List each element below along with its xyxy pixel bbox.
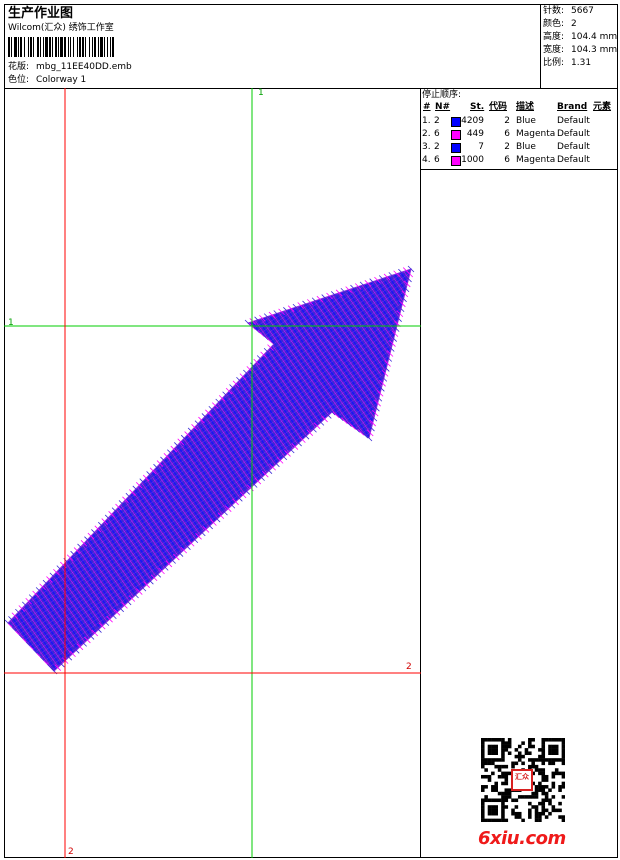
design-filename: mbg_11EE40DD.emb: [36, 62, 132, 72]
col-header-stitches: St.: [470, 102, 485, 112]
row-stitches: 4209: [461, 116, 484, 126]
row-needle: 6: [434, 155, 440, 165]
barcode: [8, 37, 114, 57]
page-title: 生产作业图: [8, 6, 74, 21]
company-name: Wilcom(汇众) 绣饰工作室: [8, 23, 114, 33]
watermark-logo: 6xiu.com: [478, 828, 566, 849]
col-header-description: 描述: [516, 102, 535, 112]
col-header-needle: N#: [435, 102, 451, 112]
colorway-label: 色位:: [8, 75, 30, 85]
row-code: 6: [504, 129, 510, 139]
row-code: 6: [504, 155, 510, 165]
col-header-code: 代码: [489, 102, 508, 112]
stat-label: 针数:: [543, 6, 565, 16]
arrow-embroidery: [4, 265, 415, 675]
row-index: 1.: [422, 116, 431, 126]
row-description: Magenta: [516, 155, 556, 165]
stat-label: 比例:: [543, 58, 565, 68]
row-needle: 6: [434, 129, 440, 139]
guide-label-red-right: 2: [406, 662, 412, 672]
stat-value: 104.3 mm: [571, 45, 618, 55]
row-description: Magenta: [516, 129, 556, 139]
col-header-element: 元素: [593, 102, 612, 112]
stat-label: 颜色:: [543, 19, 565, 29]
row-brand: Default: [557, 142, 590, 152]
stat-label: 宽度:: [543, 45, 565, 55]
stop-sequence-title: 停止顺序:: [422, 90, 462, 100]
stat-value: 104.4 mm: [571, 32, 618, 42]
stat-value: 5667: [571, 6, 594, 16]
row-brand: Default: [557, 155, 590, 165]
row-index: 4.: [422, 155, 431, 165]
arrow-shape-overlay: [8, 269, 411, 671]
colorway-value: Colorway 1: [36, 75, 87, 85]
row-index: 3.: [422, 142, 431, 152]
stat-value: 2: [571, 19, 577, 29]
row-stitches: 449: [466, 129, 484, 139]
row-code: 2: [504, 116, 510, 126]
row-brand: Default: [557, 129, 590, 139]
design-label: 花版:: [8, 62, 30, 72]
stat-value: 1.31: [571, 58, 592, 68]
row-description: Blue: [516, 116, 536, 126]
row-needle: 2: [434, 142, 440, 152]
guide-label-green-left: 1: [8, 318, 14, 328]
stat-label: 高度:: [543, 32, 565, 42]
row-needle: 2: [434, 116, 440, 126]
design-canvas: [4, 88, 421, 858]
col-header-brand: Brand: [557, 102, 588, 112]
guide-label-red-bottom: 2: [68, 847, 74, 857]
col-header-index: #: [423, 102, 431, 112]
row-index: 2.: [422, 129, 431, 139]
row-stitches: 7: [478, 142, 484, 152]
seal-stamp: 汇众: [511, 769, 533, 791]
guide-label-green-top: 1: [258, 88, 264, 98]
row-description: Blue: [516, 142, 536, 152]
row-stitches: 1000: [461, 155, 484, 165]
seal-text: 汇众: [515, 773, 529, 781]
row-code: 2: [504, 142, 510, 152]
row-brand: Default: [557, 116, 590, 126]
